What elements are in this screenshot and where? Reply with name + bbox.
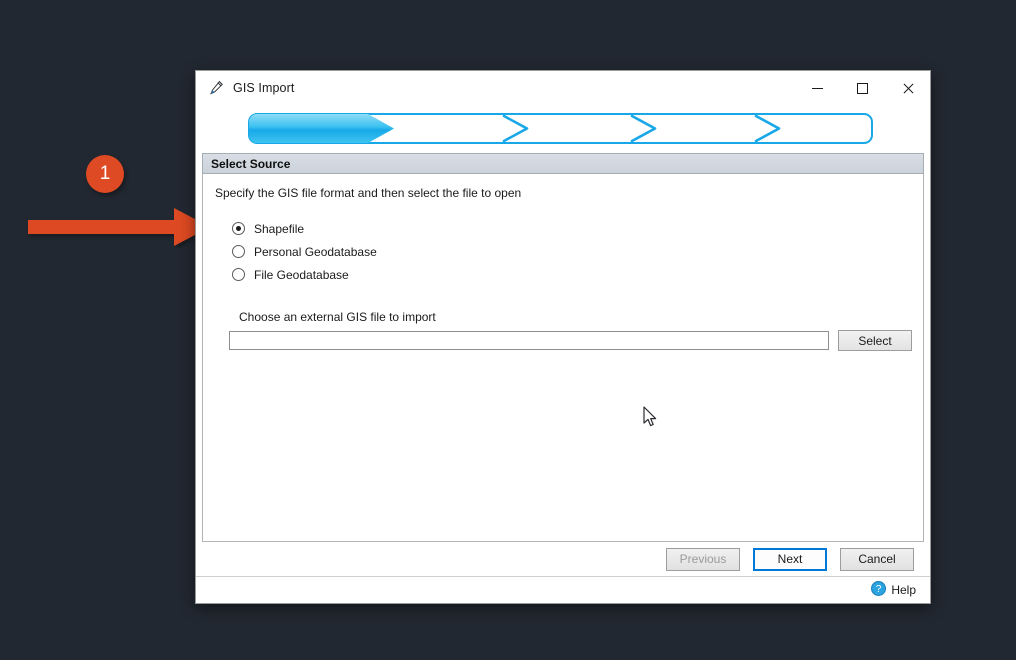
help-label: Help — [891, 583, 916, 597]
minimize-button[interactable] — [795, 72, 840, 104]
radio-shapefile-label: Shapefile — [254, 221, 305, 236]
select-file-button[interactable]: Select — [838, 330, 912, 351]
pen-tool-icon — [208, 80, 224, 96]
window-controls — [795, 71, 930, 105]
close-icon — [902, 82, 914, 94]
close-button[interactable] — [885, 72, 930, 104]
svg-text:?: ? — [876, 584, 882, 595]
source-format-radio-group: Shapefile Personal Geodatabase File Geod… — [232, 217, 913, 286]
instruction-text: Specify the GIS file format and then sel… — [215, 186, 522, 200]
radio-shapefile-indicator — [232, 222, 245, 235]
section-header: Select Source — [202, 153, 924, 174]
wizard-progress-container — [196, 105, 930, 149]
maximize-button[interactable] — [840, 72, 885, 104]
radio-shapefile[interactable]: Shapefile — [232, 217, 913, 240]
next-button[interactable]: Next — [753, 547, 827, 571]
annotation-arrow-1 — [28, 208, 210, 246]
radio-personal-geodatabase[interactable]: Personal Geodatabase — [232, 240, 913, 263]
cancel-button[interactable]: Cancel — [840, 547, 914, 571]
radio-file-geodatabase[interactable]: File Geodatabase — [232, 263, 913, 286]
question-mark-icon: ? — [871, 581, 887, 599]
file-chooser-row: Select — [229, 330, 913, 351]
maximize-icon — [857, 82, 868, 94]
title-bar: GIS Import — [196, 71, 930, 105]
previous-button[interactable]: Previous — [666, 547, 740, 571]
gis-import-dialog: GIS Import Select Source Specify the GIS… — [195, 70, 931, 604]
help-link[interactable]: ? Help — [871, 581, 916, 599]
radio-personal-geodatabase-indicator — [232, 245, 245, 258]
window-title: GIS Import — [233, 81, 295, 95]
radio-file-geodatabase-label: File Geodatabase — [254, 267, 349, 282]
mouse-cursor — [643, 406, 657, 427]
radio-personal-geodatabase-label: Personal Geodatabase — [254, 244, 377, 259]
annotation-badge-1-label: 1 — [99, 163, 111, 184]
file-path-input[interactable] — [229, 331, 829, 350]
minimize-icon — [812, 87, 823, 89]
wizard-progress-bar — [248, 113, 873, 144]
content-panel: Specify the GIS file format and then sel… — [202, 174, 924, 542]
file-chooser-label: Choose an external GIS file to import — [239, 310, 436, 324]
radio-file-geodatabase-indicator — [232, 268, 245, 281]
help-bar: ? Help — [196, 576, 930, 603]
annotation-badge-1: 1 — [86, 155, 124, 193]
section-header-label: Select Source — [211, 156, 291, 171]
wizard-footer: Previous Next Cancel — [196, 542, 930, 576]
